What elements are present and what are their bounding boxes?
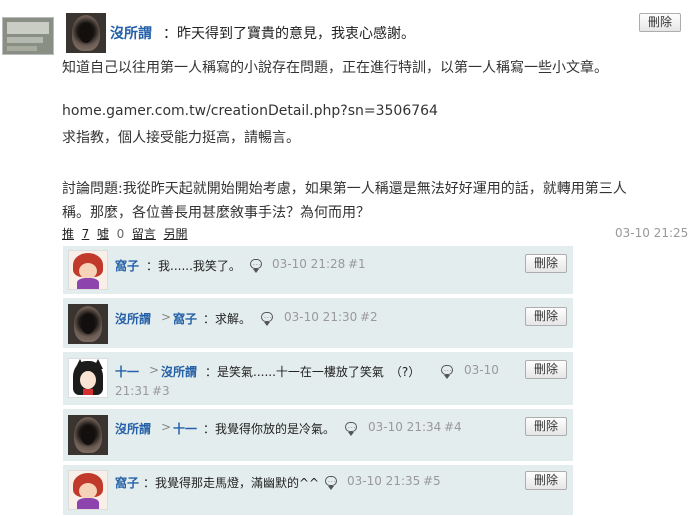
share-link[interactable]: 另開 <box>164 227 188 241</box>
reply-timestamp: 03-10 21:35 <box>347 474 421 488</box>
post-body-line: 稱。那麼，各位善長用甚麼敘事手法？為何而用？ <box>62 205 370 221</box>
reply-avatar[interactable] <box>68 304 108 344</box>
reply-text: ：我......我笑了。 <box>146 259 241 273</box>
delete-reply-button[interactable]: 刪除 <box>525 417 568 436</box>
reply-arrow: > <box>161 420 172 434</box>
reply-item: 十一 > 沒所謂 ：是笑氣......十一在一樓放了笑氣 （?） ... 03-… <box>63 352 573 405</box>
reply-floor-number: #1 <box>348 257 366 271</box>
post-author-name[interactable]: 沒所謂 <box>110 23 152 43</box>
delete-reply-button[interactable]: 刪除 <box>525 360 568 379</box>
reply-target-name[interactable]: 沒所謂 <box>161 363 197 380</box>
reply-arrow: > <box>161 310 172 324</box>
reply-floor-number: #4 <box>444 420 462 434</box>
author-avatar[interactable] <box>66 13 106 53</box>
reply-avatar[interactable] <box>68 250 108 290</box>
reply-floor-number: #5 <box>423 474 441 488</box>
reply-comment-icon[interactable]: ... <box>250 259 262 273</box>
reply-author-name[interactable]: 十一 <box>115 363 139 380</box>
push-count[interactable]: 7 <box>82 227 90 241</box>
reply-avatar[interactable] <box>68 415 108 455</box>
post-body-line: 知道自己以往用第一人稱寫的小說存在問題，正在進行特訓，以第一人稱寫一些小文章。 <box>62 60 608 76</box>
reply-timestamp: 03-10 <box>464 363 499 377</box>
reply-text: ：是笑氣......十一在一樓放了笑氣 （?） <box>205 365 421 379</box>
reply-author-name[interactable]: 窩子 <box>115 257 139 274</box>
reply-item: 窩子 ：我覺得那走馬燈，滿幽默的^^ ... 03-10 21:35 #5 刪除 <box>63 465 573 515</box>
reply-floor-number: #2 <box>360 310 378 324</box>
boo-count: 0 <box>116 227 125 241</box>
comment-link[interactable]: 留言 <box>132 227 156 241</box>
reply-timestamp: 21:31 <box>115 384 150 398</box>
reply-comment-icon[interactable]: ... <box>345 422 357 436</box>
post-url: home.gamer.com.tw/creationDetail.php?sn=… <box>62 103 438 119</box>
reply-text: ：我覺得那走馬燈，滿幽默的^^ <box>143 476 320 490</box>
delete-reply-button[interactable]: 刪除 <box>525 471 568 490</box>
reply-avatar[interactable] <box>68 470 108 510</box>
reply-comment-icon[interactable]: ... <box>441 365 453 379</box>
reply-timestamp: 03-10 21:30 <box>284 310 358 324</box>
reply-target-name[interactable]: 十一 <box>173 420 197 437</box>
board-thumbnail[interactable] <box>2 17 54 55</box>
push-link[interactable]: 推 <box>62 227 74 241</box>
reply-avatar[interactable] <box>68 358 108 398</box>
boo-link[interactable]: 噓 <box>97 227 109 241</box>
delete-reply-button[interactable]: 刪除 <box>525 254 568 273</box>
reply-floor-number: #3 <box>152 384 170 398</box>
reply-comment-icon[interactable]: ... <box>325 476 337 490</box>
post-timestamp: 03-10 21:25 <box>615 226 689 240</box>
delete-reply-button[interactable]: 刪除 <box>525 307 568 326</box>
reply-text: ：我覺得你放的是冷氣。 <box>203 422 336 436</box>
post-body-line: 求指教，個人接受能力挺高，請暢言。 <box>62 130 300 146</box>
reply-target-name[interactable]: 窩子 <box>173 310 197 327</box>
reply-text: ：求解。 <box>203 312 252 326</box>
post-body-line: 討論問題:我從昨天起就開始開始考慮，如果第一人稱還是無法好好運用的話，就轉用第三… <box>62 181 627 197</box>
reply-timestamp: 03-10 21:28 <box>272 257 346 271</box>
reply-item: 沒所謂 > 窩子 ：求解。 ... 03-10 21:30 #2 刪除 <box>63 298 573 348</box>
reply-author-name[interactable]: 沒所謂 <box>115 420 151 437</box>
reply-comment-icon[interactable]: ... <box>261 312 273 326</box>
reply-author-name[interactable]: 窩子 <box>115 474 139 491</box>
delete-post-button[interactable]: 刪除 <box>639 13 682 32</box>
reply-item: 窩子 ：我......我笑了。 ... 03-10 21:28 #1 刪除 <box>63 246 573 294</box>
post-action-bar: 推 7 噓 0 留言 另開 <box>62 225 188 242</box>
reply-item: 沒所謂 > 十一 ：我覺得你放的是冷氣。 ... 03-10 21:34 #4 … <box>63 409 573 461</box>
reply-timestamp: 03-10 21:34 <box>368 420 442 434</box>
reply-arrow: > <box>149 363 160 377</box>
reply-author-name[interactable]: 沒所謂 <box>115 310 151 327</box>
post-headline: ：昨天得到了寶貴的意見，我衷心感謝。 <box>163 26 415 42</box>
